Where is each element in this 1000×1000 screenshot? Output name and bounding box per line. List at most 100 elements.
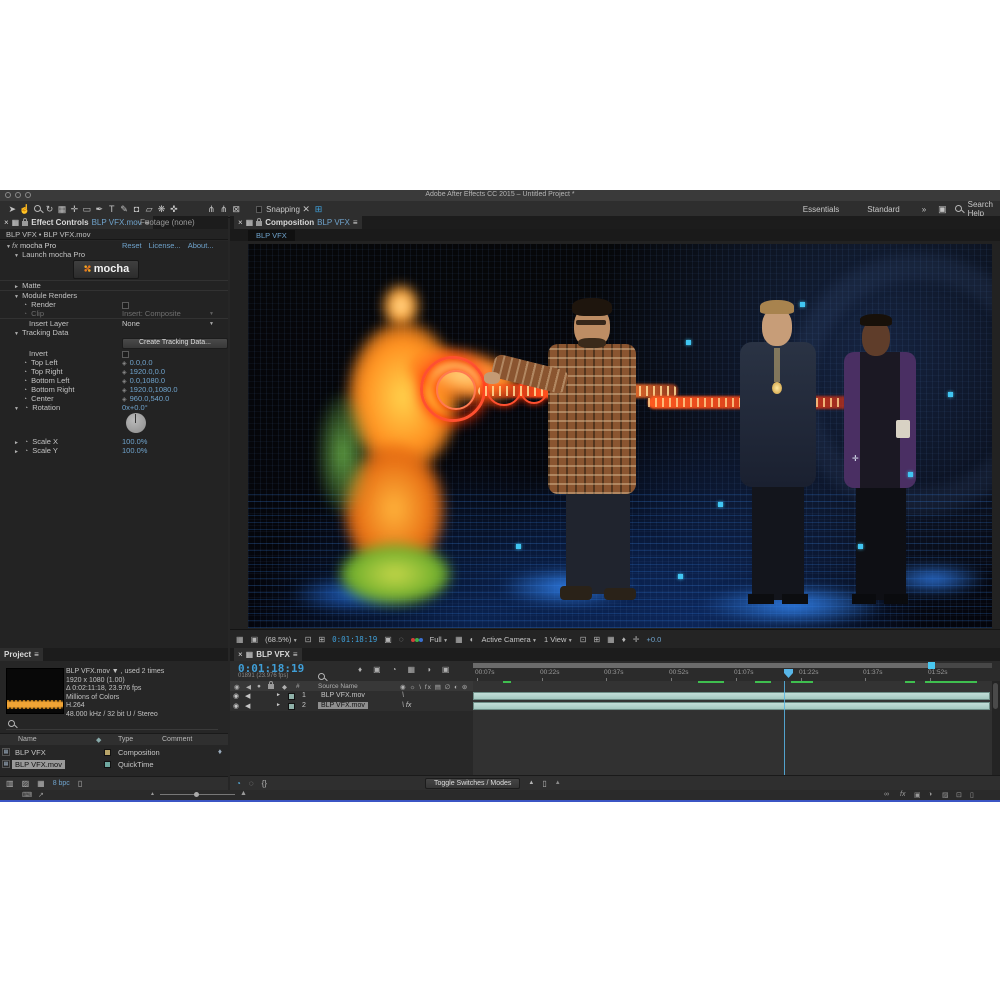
- effect-row-tracking-data[interactable]: ▼ Tracking Data: [0, 328, 228, 337]
- trash-icon[interactable]: ▯: [970, 791, 974, 799]
- shape-tool-icon[interactable]: ▭: [81, 204, 93, 215]
- reset-link[interactable]: Reset: [122, 241, 142, 250]
- column-type[interactable]: Type: [118, 736, 133, 743]
- eye-column-icon[interactable]: ◉: [234, 683, 240, 691]
- effect-row-rotation[interactable]: ▼ ◔ Rotation 0x+0.0°: [0, 403, 228, 412]
- layer-switches[interactable]: \ fx: [402, 702, 411, 709]
- effect-row-top-right[interactable]: ◔ Top Right ◈1920.0,0.0: [0, 367, 228, 376]
- main-view-icon[interactable]: ▣: [251, 635, 259, 644]
- layer-bar-2[interactable]: [473, 702, 990, 710]
- invert-checkbox[interactable]: [122, 351, 129, 358]
- channels-icon[interactable]: [411, 635, 423, 644]
- viewer-tab-blp-vfx[interactable]: BLP VFX: [248, 230, 295, 241]
- collapse-icon[interactable]: ▲: [528, 780, 534, 786]
- label-color-chip[interactable]: [104, 761, 111, 768]
- new-folder-icon[interactable]: ▨: [22, 779, 30, 788]
- keyboard-icon[interactable]: ⌨: [22, 791, 32, 799]
- exposure-value[interactable]: +0.0: [647, 635, 662, 644]
- trash-icon[interactable]: ▯: [78, 779, 82, 788]
- column-comment[interactable]: Comment: [162, 736, 192, 743]
- layer-bar-1[interactable]: [473, 692, 990, 700]
- panel-menu-icon[interactable]: ≡: [34, 650, 39, 659]
- camera-dropdown[interactable]: Active Camera: [481, 635, 537, 644]
- pixel-aspect-icon[interactable]: ⊡: [580, 635, 587, 644]
- transparency-grid-icon[interactable]: ◐: [470, 635, 475, 644]
- scale-y-value[interactable]: 100.0%: [122, 446, 147, 455]
- snap-options-icon[interactable]: ✕: [300, 204, 312, 215]
- license-link[interactable]: License...: [149, 241, 181, 250]
- twirl-closed-icon[interactable]: ►: [276, 702, 281, 708]
- always-preview-icon[interactable]: ▦: [236, 635, 244, 644]
- comp-timecode[interactable]: 0:01:18:19: [332, 635, 377, 644]
- puppet-pin-tool-icon[interactable]: ✜: [168, 204, 180, 215]
- brush-tool-icon[interactable]: ✎: [118, 204, 130, 215]
- zoom-out-icon[interactable]: ▲: [150, 791, 155, 797]
- search-help-icon[interactable]: [955, 204, 962, 215]
- eye-icon[interactable]: ◉: [233, 702, 239, 710]
- roto-brush-tool-icon[interactable]: ❋: [155, 204, 167, 215]
- tab-footage[interactable]: Footage (none): [140, 218, 195, 227]
- timeline-zoom-slider[interactable]: [160, 794, 235, 795]
- zoom-in-icon[interactable]: ▲: [240, 790, 247, 797]
- snapping-checkbox[interactable]: [256, 206, 262, 213]
- resolution-dropdown[interactable]: Full: [430, 635, 448, 644]
- label-color-chip[interactable]: [104, 749, 111, 756]
- insert-layer-dropdown[interactable]: None: [122, 319, 214, 328]
- pen-tool-icon[interactable]: ✒: [93, 204, 105, 215]
- exposure-reset-icon[interactable]: ✛: [633, 635, 640, 644]
- workspace-overflow[interactable]: »: [922, 205, 926, 214]
- layer-color-chip[interactable]: [288, 693, 295, 700]
- zoom-out-mountain-icon[interactable]: ▲: [555, 780, 561, 786]
- bottom-left-value[interactable]: 0.0,1080.0: [130, 376, 165, 385]
- lock-column-icon[interactable]: [268, 684, 274, 689]
- snap-grid-icon[interactable]: ⊞: [312, 204, 324, 215]
- project-search-field[interactable]: [6, 718, 218, 730]
- composition-video-frame[interactable]: ✛: [248, 244, 992, 628]
- tab-composition[interactable]: × ▦ Composition BLP VFX ≡: [234, 216, 362, 229]
- effect-row-invert[interactable]: Invert: [0, 349, 228, 358]
- solid-icon[interactable]: ⊡: [956, 791, 962, 799]
- number-column[interactable]: #: [296, 683, 300, 690]
- current-time-indicator[interactable]: [784, 669, 793, 678]
- work-area-active[interactable]: [473, 663, 930, 668]
- graph-toggle-icon[interactable]: {}: [262, 779, 267, 788]
- graph-editor-icon[interactable]: ▣: [442, 665, 450, 674]
- effect-row-module-renders[interactable]: ▼ Module Renders: [0, 290, 228, 300]
- magnification-dropdown[interactable]: (68.5%): [265, 635, 298, 644]
- eye-icon[interactable]: ◉: [233, 692, 239, 700]
- workspace-essentials[interactable]: Essentials: [803, 205, 839, 214]
- snapshot-icon[interactable]: ▣: [384, 635, 392, 644]
- timeline-vertical-scrollbar[interactable]: [992, 681, 1000, 776]
- about-link[interactable]: About...: [188, 241, 214, 250]
- draft-3d-icon[interactable]: ▣: [373, 665, 381, 674]
- close-icon[interactable]: ×: [238, 218, 243, 227]
- view-layout-dropdown[interactable]: 1 View: [544, 635, 573, 644]
- effect-row-bottom-right[interactable]: ◔ Bottom Right ◈1920.0,1080.0: [0, 385, 228, 394]
- project-item-row[interactable]: ▦ BLP VFX.mov QuickTime: [0, 759, 228, 770]
- project-bpc-button[interactable]: 8 bpc: [53, 780, 70, 787]
- comp-mini-flowchart-icon[interactable]: ♦: [358, 665, 362, 674]
- pan-behind-tool-icon[interactable]: ✛: [68, 204, 80, 215]
- show-snapshot-icon[interactable]: ◌: [399, 635, 404, 644]
- effect-row-insert-layer[interactable]: Insert Layer None: [0, 318, 228, 328]
- create-tracking-data-button[interactable]: Create Tracking Data...: [122, 338, 228, 349]
- stopwatch-icon[interactable]: ◔: [22, 447, 30, 456]
- info-name[interactable]: BLP VFX.mov ▼ , used 2 times: [66, 668, 164, 677]
- region-icon[interactable]: ▦: [455, 635, 463, 644]
- share-icon[interactable]: ↗: [38, 791, 44, 799]
- trash-icon[interactable]: ▯: [542, 779, 546, 788]
- camera-tool-icon[interactable]: ▦: [56, 204, 68, 215]
- label-column-icon[interactable]: ◆: [282, 683, 287, 691]
- frame-blend-icon[interactable]: ▦: [408, 665, 416, 674]
- top-left-value[interactable]: 0.0,0.0: [130, 358, 153, 367]
- effect-row-render[interactable]: ◔ Render: [0, 300, 228, 309]
- hand-tool-icon[interactable]: ☝: [18, 204, 30, 215]
- zoom-tool-icon[interactable]: [31, 204, 43, 214]
- type-tool-icon[interactable]: T: [106, 204, 118, 214]
- toggle-switches-modes-button[interactable]: Toggle Switches / Modes: [425, 778, 520, 789]
- close-icon[interactable]: ×: [238, 650, 243, 659]
- flowchart-mini-icon[interactable]: ♦: [218, 747, 222, 756]
- stamp-tool-icon[interactable]: ◘: [130, 204, 142, 214]
- item-name[interactable]: BLP VFX: [12, 748, 49, 757]
- rotate-tool-icon[interactable]: ↻: [43, 204, 55, 215]
